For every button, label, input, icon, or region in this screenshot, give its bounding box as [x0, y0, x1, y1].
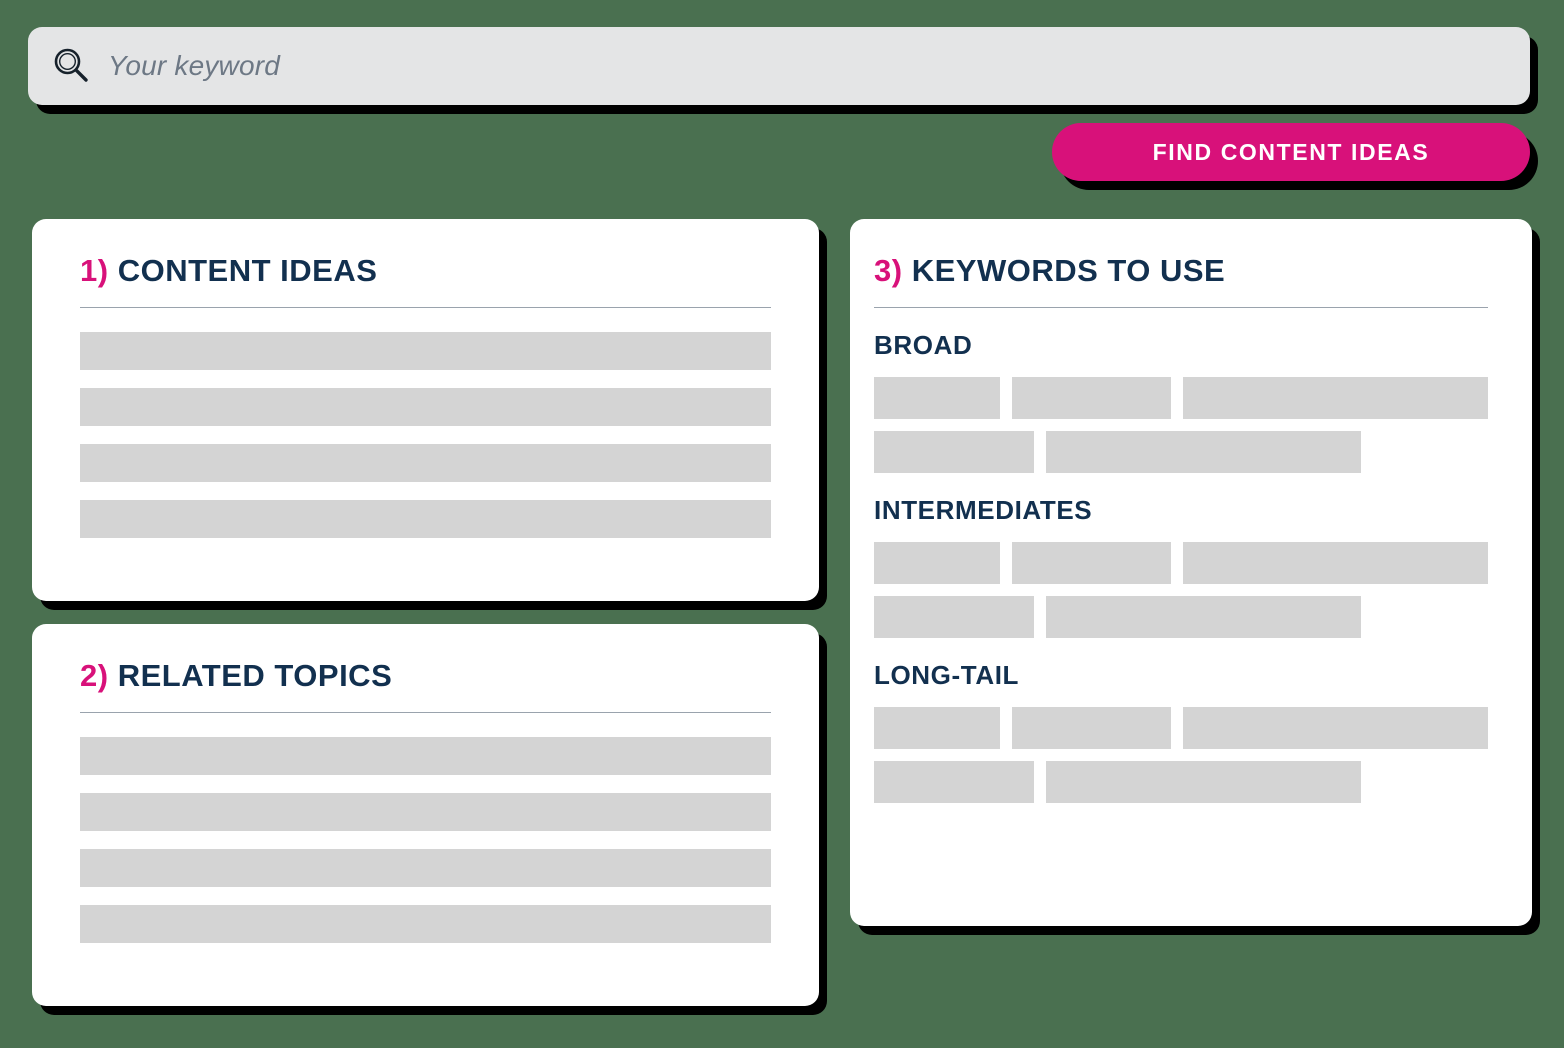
card-keywords-title-text: KEYWORDS TO USE — [911, 253, 1226, 288]
card-content-ideas-inner: 1) CONTENT IDEAS — [32, 219, 819, 538]
keyword-chip — [1046, 596, 1361, 638]
find-content-ideas-button[interactable]: FIND CONTENT IDEAS — [1052, 123, 1530, 181]
related-topics-placeholder-list — [80, 737, 771, 943]
search-bar[interactable]: Your keyword — [28, 27, 1530, 105]
keyword-chip — [1183, 377, 1488, 419]
keyword-group-intermediates: INTERMEDIATES — [874, 495, 1488, 638]
list-item — [80, 332, 771, 370]
keyword-chip — [1046, 431, 1361, 473]
card-keywords-number: 3) — [874, 253, 903, 288]
card-related-topics-title: 2) RELATED TOPICS — [80, 658, 771, 694]
keyword-group-long-tail-label: LONG-TAIL — [874, 660, 1019, 690]
keyword-chip — [874, 431, 1034, 473]
keyword-chip-row — [874, 707, 1488, 749]
card-related-topics-number: 2) — [80, 658, 109, 693]
keyword-chip — [1011, 377, 1172, 419]
list-item — [80, 444, 771, 482]
card-related-topics: 2) RELATED TOPICS — [32, 624, 819, 1006]
card-content-ideas: 1) CONTENT IDEAS — [32, 219, 819, 601]
keyword-chip — [1183, 542, 1488, 584]
keyword-chip-row — [874, 542, 1488, 584]
keyword-chip-row — [874, 596, 1488, 638]
card-keywords-divider — [874, 307, 1488, 308]
keyword-chip — [874, 377, 1000, 419]
content-ideas-placeholder-list — [80, 332, 771, 538]
list-item — [80, 905, 771, 943]
card-content-ideas-number: 1) — [80, 253, 109, 288]
search-icon — [54, 48, 88, 82]
card-content-ideas-divider — [80, 307, 771, 308]
keyword-chip-row — [874, 377, 1488, 419]
list-item — [80, 388, 771, 426]
card-keywords-inner: 3) KEYWORDS TO USE BROAD INTERMEDIATES L… — [850, 219, 1532, 803]
card-related-topics-divider — [80, 712, 771, 713]
keyword-chip — [1183, 707, 1488, 749]
keyword-group-intermediates-label: INTERMEDIATES — [874, 495, 1093, 525]
search-input-placeholder[interactable]: Your keyword — [108, 50, 280, 82]
keyword-chip — [1011, 707, 1172, 749]
keyword-chip — [874, 542, 1000, 584]
keyword-chip — [874, 707, 1000, 749]
card-related-topics-inner: 2) RELATED TOPICS — [32, 624, 819, 943]
keyword-chip — [1011, 542, 1172, 584]
list-item — [80, 737, 771, 775]
card-content-ideas-title: 1) CONTENT IDEAS — [80, 253, 771, 289]
card-content-ideas-title-text: CONTENT IDEAS — [117, 253, 378, 288]
card-keywords-title: 3) KEYWORDS TO USE — [874, 253, 1488, 289]
keyword-group-broad: BROAD — [874, 330, 1488, 473]
list-item — [80, 500, 771, 538]
keyword-group-broad-label: BROAD — [874, 330, 973, 360]
keyword-chip-row — [874, 761, 1488, 803]
keyword-chip — [1046, 761, 1361, 803]
card-keywords-to-use: 3) KEYWORDS TO USE BROAD INTERMEDIATES L… — [850, 219, 1532, 926]
list-item — [80, 849, 771, 887]
keyword-group-long-tail: LONG-TAIL — [874, 660, 1488, 803]
list-item — [80, 793, 771, 831]
keyword-chip — [874, 761, 1034, 803]
keyword-chip — [874, 596, 1034, 638]
keyword-chip-row — [874, 431, 1488, 473]
card-related-topics-title-text: RELATED TOPICS — [117, 658, 393, 693]
